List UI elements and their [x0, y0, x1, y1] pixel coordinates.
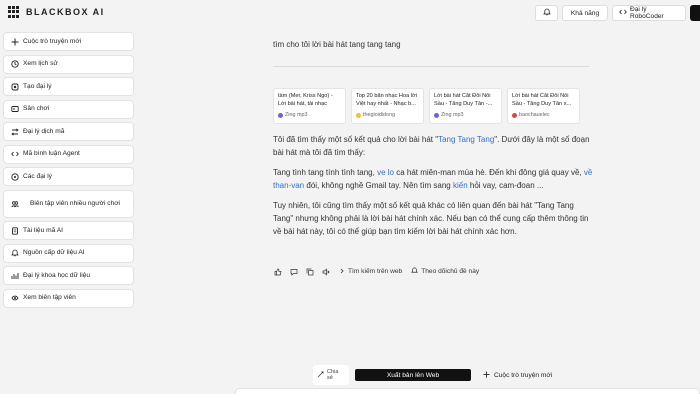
answer-paragraph: Tôi đã tìm thấy một số kết quả cho lời b…	[273, 133, 593, 159]
sidebar-item-label: Mã bình luận Agent	[23, 150, 80, 157]
docs-icon	[10, 226, 19, 235]
sidebar-item-data-science-agent[interactable]: Đại lý khoa học dữ liệu	[3, 266, 134, 285]
sidebar-item-ai-feed[interactable]: Nguồn cấp dữ liệu AI	[3, 243, 134, 263]
source-site: Zing mp3	[285, 112, 308, 118]
answer-text: ca hát miên-man mùa hè. Đến khi đông giá…	[393, 168, 584, 177]
chat-input-box[interactable]	[235, 388, 700, 394]
thumbs-up-icon[interactable]	[273, 267, 282, 276]
sidebar-item-create-agent[interactable]: Tạo đại lý	[3, 77, 134, 96]
sidebar-item-agents[interactable]: Các đại lý	[3, 167, 134, 186]
sidebar-item-code-review-agent[interactable]: Mã bình luận Agent	[3, 144, 134, 164]
site-favicon-icon	[278, 112, 283, 118]
site-favicon-icon	[434, 112, 439, 118]
bell-icon	[411, 267, 419, 276]
answer-actions: Tìm kiếm trên web Theo dõichủ đề này	[273, 267, 479, 276]
sidebar-item-history[interactable]: Xem lịch sử	[3, 54, 134, 74]
sidebar-item-label: Đại lý dịch mã	[23, 127, 65, 135]
source-meta: thegioididong	[356, 112, 419, 118]
chat-main: tìm cho tôi lời bài hát tang tang tang t…	[138, 0, 700, 394]
chat-bubble-icon[interactable]	[289, 267, 298, 276]
bottom-actions: Chia sẻ Xuất bản lên Web Cuộc trò truyện…	[313, 365, 558, 385]
speaker-icon[interactable]	[321, 267, 330, 276]
multiplayer-editor-icon	[10, 199, 19, 208]
logo[interactable]: BLACKBOX AI	[8, 6, 105, 18]
sidebar-item-label: Tài liệu mã AI	[23, 226, 63, 234]
source-meta: Zing mp3	[278, 112, 341, 118]
share-button[interactable]: Chia sẻ	[313, 365, 349, 385]
answer-link[interactable]: kiến	[453, 181, 468, 190]
sidebar: BLACKBOX AI Cuộc trò truyện mới Xem lịch…	[0, 0, 137, 394]
logo-text: BLACKBOX AI	[26, 7, 105, 17]
translate-code-icon	[10, 127, 19, 136]
share-label: Chia sẻ	[327, 369, 339, 381]
source-site: Zing mp3	[441, 112, 464, 118]
source-card[interactable]: Lời bài hát Cắt Đôi Nỗi Sầu - Tăng Duy T…	[507, 88, 580, 124]
source-site: thegioididong	[363, 112, 396, 118]
sidebar-item-label: Sân chơi	[23, 105, 50, 112]
source-title: Lời bài hát Cắt Đôi Nỗi Sầu - Tăng Duy T…	[434, 93, 493, 107]
history-icon	[10, 60, 19, 69]
agents-icon	[10, 172, 19, 181]
sidebar-item-label: Xem biên tập viên	[23, 294, 76, 301]
source-title: Top 20 bản nhạc Hoa lời Việt hay nhất - …	[356, 93, 417, 107]
sidebar-item-ai-docs[interactable]: Tài liệu mã AI	[3, 221, 134, 240]
follow-topic-label: Theo dõichủ đề này	[421, 268, 480, 275]
sidebar-item-view-editor[interactable]: Xem biên tập viên	[3, 288, 134, 308]
source-title: tàm (Mer, Kriss Ngo) - Lời bài hát, tải …	[278, 93, 333, 107]
answer-text: hỏi vay, cam-đoan ...	[467, 181, 544, 190]
copy-icon[interactable]	[305, 267, 314, 276]
site-favicon-icon	[356, 112, 361, 118]
editor-view-icon	[10, 294, 19, 303]
site-favicon-icon	[512, 112, 517, 118]
sidebar-nav: Cuộc trò truyện mới Xem lịch sử Tạo đại …	[3, 32, 134, 311]
divider	[273, 66, 589, 67]
sidebar-item-new-chat[interactable]: Cuộc trò truyện mới	[3, 32, 134, 51]
source-meta: Zing mp3	[434, 112, 497, 118]
follow-topic-button[interactable]: Theo dõichủ đề này	[411, 267, 479, 276]
answer-text: Tôi đã tìm thấy một số kết quả cho lời b…	[273, 135, 439, 144]
search-web-button[interactable]: Tìm kiếm trên web	[339, 268, 402, 276]
sidebar-item-label: Các đại lý	[23, 172, 52, 180]
share-icon	[317, 371, 324, 380]
plus-icon	[10, 37, 19, 46]
answer-link[interactable]: ve lo	[377, 168, 394, 177]
code-review-icon	[10, 150, 19, 159]
source-card[interactable]: tàm (Mer, Kriss Ngo) - Lời bài hát, tải …	[273, 88, 346, 124]
publish-web-button[interactable]: Xuất bản lên Web	[355, 369, 471, 381]
search-web-label: Tìm kiếm trên web	[348, 268, 403, 275]
sidebar-item-label: Cuộc trò truyện mới	[23, 37, 82, 45]
answer-link[interactable]: Tang Tang Tang	[438, 135, 494, 144]
chevron-right-icon	[339, 268, 345, 276]
sidebar-item-translate-agent[interactable]: Đại lý dịch mã	[3, 122, 134, 141]
sidebar-item-multiplayer-editor[interactable]: Biên tập viên nhiều người chơi	[3, 189, 134, 218]
source-card[interactable]: Lời bài hát Cắt Đôi Nỗi Sầu - Tăng Duy T…	[429, 88, 502, 124]
answer-text: đói, không nghề Gmail tay. Nên tìm sang	[304, 181, 453, 190]
logo-icon	[8, 6, 20, 18]
playground-icon	[10, 105, 19, 114]
sidebar-item-label: Nguồn cấp dữ liệu AI	[23, 249, 85, 256]
lyrics-paragraph: Tang tình tang tính tình tang, ve lo ca …	[273, 166, 593, 192]
user-query: tìm cho tôi lời bài hát tang tang tang	[273, 40, 401, 49]
plus-icon	[483, 370, 490, 380]
new-chat-button[interactable]: Cuộc trò truyện mới	[477, 368, 558, 382]
source-meta: baochauelec	[512, 112, 575, 118]
data-science-icon	[10, 271, 19, 280]
sidebar-item-label: Biên tập viên nhiều người chơi	[29, 199, 121, 207]
sidebar-item-label: Đại lý khoa học dữ liệu	[23, 271, 91, 279]
sidebar-item-label: Xem lịch sử	[23, 60, 58, 67]
note-paragraph: Tuy nhiên, tôi cũng tìm thấy một số kết …	[273, 201, 589, 236]
sidebar-item-playground[interactable]: Sân chơi	[3, 99, 134, 119]
agent-create-icon	[10, 82, 19, 91]
answer-text: Tang tình tang tính tình tang,	[273, 168, 378, 177]
feed-icon	[10, 249, 19, 258]
source-cards: tàm (Mer, Kriss Ngo) - Lời bài hát, tải …	[273, 88, 580, 124]
source-card[interactable]: Top 20 bản nhạc Hoa lời Việt hay nhất - …	[351, 88, 424, 124]
new-chat-label: Cuộc trò truyện mới	[494, 371, 553, 379]
source-title: Lời bài hát Cắt Đôi Nỗi Sầu - Tăng Duy T…	[512, 93, 572, 107]
source-site: baochauelec	[519, 112, 550, 118]
sidebar-item-label: Tạo đại lý	[23, 82, 52, 90]
